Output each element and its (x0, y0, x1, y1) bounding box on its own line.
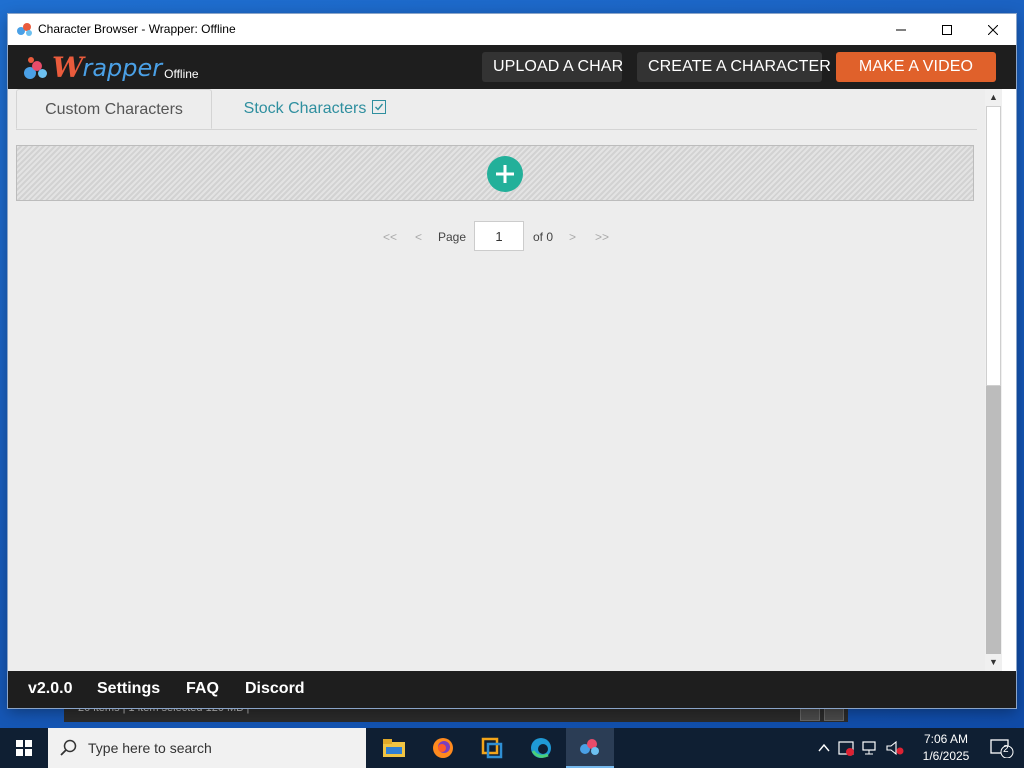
tab-custom-label: Custom Characters (45, 101, 183, 118)
close-button[interactable] (970, 14, 1016, 45)
vertical-scrollbar[interactable]: ▲ ▼ (985, 89, 1002, 671)
wrapper-app-icon (17, 23, 32, 36)
edge-icon (531, 738, 551, 758)
version-label: v2.0.0 (28, 680, 73, 697)
logo-text: rapper (82, 54, 163, 82)
page-label: Page (438, 230, 467, 244)
start-button[interactable] (0, 728, 48, 768)
faq-link[interactable]: FAQ (186, 680, 219, 698)
settings-link[interactable]: Settings (97, 680, 160, 698)
scroll-up-arrow-icon[interactable]: ▲ (985, 89, 1002, 106)
taskbar-search-box[interactable]: Type here to search (48, 728, 366, 768)
add-character-button[interactable] (487, 156, 523, 192)
app-header: Wrapper Offline UPLOAD A CHAR CREATE A C… (8, 45, 1016, 89)
volume-muted-icon[interactable] (886, 740, 904, 756)
tab-stock-label: Stock Characters (243, 100, 367, 117)
scrollbar-track[interactable] (986, 386, 1001, 654)
windows-logo-icon (16, 740, 32, 756)
taskbar-edge[interactable] (517, 728, 565, 768)
checkbox-icon[interactable] (372, 100, 387, 114)
app-footer: v2.0.0 Settings FAQ Discord (8, 671, 1016, 708)
prev-page-button[interactable]: < (415, 230, 422, 244)
page-count-label: of 0 (533, 230, 554, 244)
tab-stock-characters[interactable]: Stock Characters (240, 89, 390, 129)
taskbar-virtualbox[interactable] (468, 728, 516, 768)
notification-center-button[interactable]: 2 (990, 738, 1014, 763)
app-window: Character Browser - Wrapper: Offline Wra… (8, 14, 1016, 708)
clock-time: 7:06 AM (923, 732, 969, 746)
first-page-button[interactable]: << (383, 230, 397, 244)
make-video-button[interactable]: MAKE A VIDEO (836, 52, 996, 82)
search-placeholder: Type here to search (88, 740, 212, 756)
window-title: Character Browser - Wrapper: Offline (38, 22, 236, 36)
discord-link[interactable]: Discord (245, 680, 305, 698)
clock-date: 1/6/2025 (922, 749, 970, 763)
scroll-down-arrow-icon[interactable]: ▼ (985, 654, 1002, 671)
window-titlebar[interactable]: Character Browser - Wrapper: Offline (8, 14, 1016, 45)
taskbar-firefox[interactable] (419, 728, 467, 768)
minimize-icon (896, 29, 906, 30)
logo-subtitle: Offline (164, 67, 199, 81)
close-icon (988, 24, 998, 35)
page-number-input[interactable] (474, 221, 524, 251)
taskbar-clock[interactable]: 7:06 AM 1/6/2025 (916, 731, 976, 765)
security-icon[interactable] (838, 740, 856, 756)
plus-icon (496, 165, 514, 183)
taskbar-wrapper-offline[interactable] (566, 728, 614, 768)
network-icon[interactable] (862, 740, 880, 756)
maximize-icon (942, 24, 952, 35)
upload-char-button[interactable]: UPLOAD A CHAR (482, 52, 623, 82)
last-page-button[interactable]: >> (595, 230, 609, 244)
minimize-button[interactable] (878, 14, 924, 45)
tab-custom-characters[interactable]: Custom Characters (16, 89, 212, 129)
notification-count-badge: 2 (1003, 744, 1009, 755)
character-browser-content: Custom Characters Stock Characters << < … (8, 89, 985, 671)
notification-icon (990, 739, 1014, 759)
logo-w: W (52, 51, 84, 84)
firefox-icon (433, 738, 453, 758)
pagination: << < Page of 0 > >> (8, 221, 985, 253)
chevron-up-icon[interactable] (818, 742, 830, 754)
virtualbox-icon (481, 737, 503, 759)
scrollbar-thumb[interactable] (986, 106, 1001, 386)
file-explorer-icon (383, 739, 405, 757)
wrapper-logo[interactable]: Wrapper Offline (24, 51, 199, 83)
add-character-area[interactable] (16, 145, 974, 201)
wrapper-app-icon (580, 739, 599, 755)
windows-taskbar: Type here to search 7:06 AM 1/6/2025 2 (0, 728, 1024, 768)
maximize-button[interactable] (924, 14, 970, 45)
create-character-button[interactable]: CREATE A CHARACTER (637, 52, 831, 82)
character-tabs: Custom Characters Stock Characters (16, 89, 977, 130)
search-icon (60, 739, 77, 756)
next-page-button[interactable]: > (569, 230, 576, 244)
logo-bubbles-icon (24, 55, 52, 83)
taskbar-file-explorer[interactable] (370, 728, 418, 768)
